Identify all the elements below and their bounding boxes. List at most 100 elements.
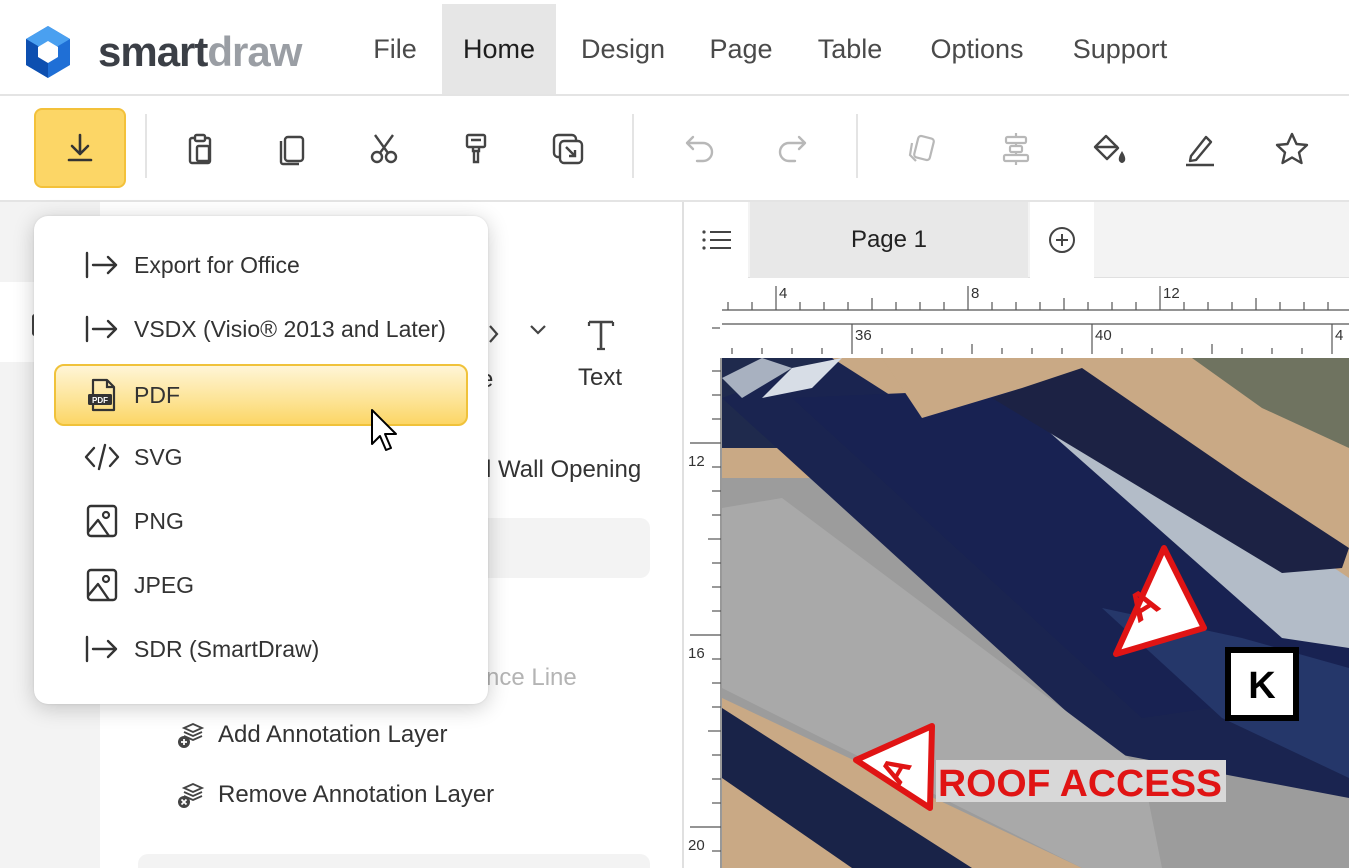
ruler-top-label: 12	[1163, 285, 1180, 302]
export-arrow-icon	[85, 315, 118, 343]
menu-bar: smartdraw File Home Design Page Table Op…	[0, 0, 1349, 96]
cut-button[interactable]	[355, 110, 413, 188]
toolbar-separator	[632, 114, 634, 178]
download-icon	[67, 133, 93, 162]
export-office-item[interactable]: Export for Office	[54, 234, 468, 296]
redo-icon	[778, 135, 807, 163]
panel-row-bottom[interactable]	[138, 854, 650, 868]
add-layer-label: Add Annotation Layer	[218, 721, 448, 748]
smartdraw-logo-icon	[26, 26, 70, 78]
fill-icon	[1093, 134, 1126, 164]
ruler-top-label: 40	[1095, 327, 1112, 344]
mouse-cursor-icon	[371, 409, 397, 451]
export-jpeg-label: JPEG	[134, 571, 195, 598]
chevron-right-icon	[489, 325, 499, 343]
format-painter-icon	[465, 133, 487, 164]
export-sdr-label: SDR (SmartDraw)	[134, 635, 320, 662]
page-tabs-bar: Page 1	[686, 202, 1349, 278]
line-button[interactable]	[1171, 110, 1229, 188]
copy-icon	[279, 135, 305, 166]
ruler-vertical: 12 16 20	[686, 358, 722, 868]
export-sdr-item[interactable]: SDR (SmartDraw)	[54, 618, 468, 680]
toolbar	[0, 96, 1349, 202]
menu-home[interactable]: Home	[442, 4, 556, 94]
roof-access-label[interactable]: ROOF ACCESS	[938, 763, 1222, 805]
export-vsdx-item[interactable]: VSDX (Visio® 2013 and Later)	[54, 298, 468, 360]
redo-button[interactable]	[763, 110, 821, 188]
toolbar-separator	[856, 114, 858, 178]
menu-page[interactable]: Page	[690, 4, 792, 94]
chevron-down-icon[interactable]	[528, 322, 548, 338]
ruler-top-label: 8	[971, 285, 979, 302]
fill-button[interactable]	[1079, 110, 1137, 188]
copy-button[interactable]	[263, 110, 321, 188]
export-jpeg-item[interactable]: JPEG	[54, 554, 468, 616]
export-svg-item[interactable]: SVG	[54, 426, 468, 488]
paste-button[interactable]	[171, 110, 229, 188]
undo-button[interactable]	[671, 110, 729, 188]
code-icon	[84, 443, 120, 471]
wall-opening-label[interactable]: l Wall Opening	[486, 456, 641, 484]
text-icon	[587, 320, 615, 351]
menu-design[interactable]: Design	[560, 4, 686, 94]
export-arrow-icon	[85, 635, 118, 663]
export-arrow-icon	[85, 251, 118, 279]
toolbar-separator	[145, 114, 147, 178]
export-png-label: PNG	[134, 507, 184, 534]
satellite-map-canvas[interactable]: A A K ROOF ACCESS	[722, 358, 1349, 868]
smartdraw-logo[interactable]: smartdraw	[20, 24, 302, 80]
ruler-top-label: 4	[1335, 327, 1343, 344]
svg-text:PDF: PDF	[92, 396, 108, 405]
shapes-button[interactable]	[893, 110, 951, 188]
ruler-top-label: 36	[855, 327, 872, 344]
add-page-button[interactable]	[1030, 202, 1094, 278]
menu-table[interactable]: Table	[796, 4, 904, 94]
ruler-left-label: 12	[688, 453, 705, 470]
ruler-left-label: 20	[688, 837, 705, 854]
export-svg-label: SVG	[134, 443, 183, 470]
align-icon	[1002, 133, 1030, 165]
undo-icon	[685, 135, 714, 163]
tab-page-1[interactable]: Page 1	[750, 202, 1028, 278]
ruler-horizontal: 4 8 12 36 40 4	[686, 278, 1349, 358]
star-icon	[1275, 132, 1309, 165]
menu-support[interactable]: Support	[1050, 4, 1190, 94]
ruler-top-label: 4	[779, 285, 787, 302]
remove-annotation-layer-button[interactable]: Remove Annotation Layer	[176, 780, 494, 810]
image-icon	[86, 568, 118, 602]
text-tool-label: Text	[578, 364, 623, 391]
arrange-icon	[552, 133, 584, 165]
distance-line-label[interactable]: nce Line	[486, 664, 577, 692]
export-png-item[interactable]: PNG	[54, 490, 468, 552]
favorite-button[interactable]	[1263, 110, 1321, 188]
annotation-k-label: K	[1248, 665, 1276, 707]
text-tool-button[interactable]: Text	[566, 314, 636, 394]
line-icon	[1186, 135, 1214, 167]
export-pdf-label: PDF	[134, 381, 180, 408]
export-button[interactable]	[34, 108, 126, 188]
image-icon	[86, 504, 118, 538]
cut-icon	[370, 134, 398, 164]
menu-options[interactable]: Options	[908, 4, 1046, 94]
pdf-file-icon: PDF	[88, 378, 116, 412]
align-button[interactable]	[987, 110, 1045, 188]
arrange-button[interactable]	[539, 110, 597, 188]
menu-file[interactable]: File	[352, 4, 438, 94]
list-icon	[702, 230, 731, 250]
smartdraw-wordmark: smartdraw	[98, 28, 302, 75]
add-annotation-layer-button[interactable]: Add Annotation Layer	[176, 720, 448, 750]
paste-icon	[188, 133, 212, 165]
remove-layer-label: Remove Annotation Layer	[218, 781, 495, 808]
add-layer-icon	[178, 723, 205, 748]
remove-layer-icon	[178, 783, 205, 808]
add-page-icon	[1049, 227, 1075, 253]
export-pdf-item[interactable]: PDF PDF	[54, 364, 468, 426]
shapes-icon	[908, 134, 935, 162]
export-office-label: Export for Office	[134, 251, 300, 278]
export-dropdown-menu: Export for Office VSDX (Visio® 2013 and …	[34, 216, 488, 704]
ruler-left-label: 16	[688, 645, 705, 662]
format-painter-button[interactable]	[447, 110, 505, 188]
export-vsdx-label: VSDX (Visio® 2013 and Later)	[134, 315, 446, 342]
pages-list-button[interactable]	[686, 202, 748, 278]
canvas-area: Page 1 4 8 12 36 40 4 12 16 20 A A K ROO…	[686, 202, 1349, 868]
